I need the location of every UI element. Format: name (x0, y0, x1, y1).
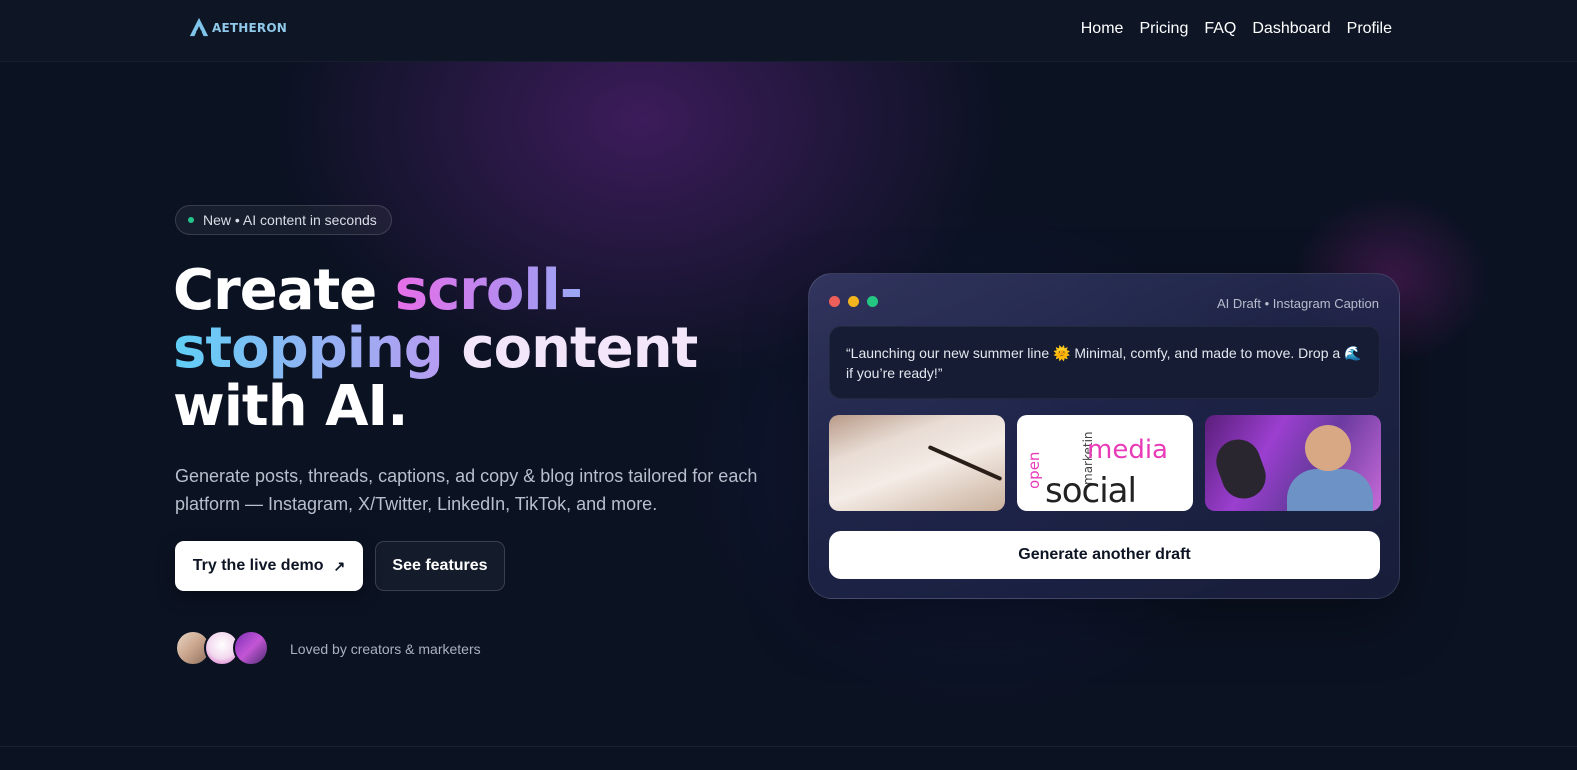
arrow-up-right-icon: ↗ (333, 557, 346, 574)
social-proof-text: Loved by creators & marketers (290, 641, 481, 657)
top-navbar: AETHERON Home Pricing FAQ Dashboard Prof… (0, 0, 1577, 62)
word-media: media (1087, 435, 1168, 465)
logo-icon (189, 17, 209, 37)
headline-part-scroll: scroll- (394, 258, 583, 323)
hero-subtitle: Generate posts, threads, captions, ad co… (175, 466, 758, 514)
avatar-podcast (233, 630, 269, 666)
status-dot-icon (188, 217, 194, 223)
generate-another-draft-button[interactable]: Generate another draft (829, 531, 1380, 579)
minimize-dot-icon (848, 296, 859, 307)
caption-box: “Launching our new summer line 🌞 Minimal… (829, 326, 1380, 399)
headline-part-with-ai: with AI. (173, 374, 409, 439)
hero-headline: Create scroll- stopping content with AI. (173, 262, 793, 436)
headline-part-create: Create (173, 258, 395, 323)
caption-text: “Launching our new summer line 🌞 Minimal… (846, 345, 1362, 381)
nav-home[interactable]: Home (1081, 20, 1124, 38)
thumbnail-row: open marketin media social (829, 415, 1381, 511)
try-live-demo-button[interactable]: Try the live demo ↗ (175, 541, 363, 591)
ai-draft-card: AI Draft • Instagram Caption “Launching … (808, 273, 1400, 599)
nav-pricing[interactable]: Pricing (1139, 20, 1188, 38)
thumb-notebook-image[interactable] (829, 415, 1005, 511)
logo-text: AETHERON (212, 21, 287, 35)
headline-part-content: content (442, 316, 698, 381)
brand-logo[interactable]: AETHERON (188, 16, 287, 38)
badge-text: New • AI content in seconds (203, 212, 377, 228)
person-head-shape (1305, 425, 1351, 471)
thumb-podcast-image[interactable] (1205, 415, 1381, 511)
headline-part-stopping: stopping (173, 316, 444, 381)
page: AETHERON Home Pricing FAQ Dashboard Prof… (0, 0, 1577, 770)
word-social: social (1045, 471, 1137, 511)
nav-profile[interactable]: Profile (1347, 20, 1392, 38)
nav-dashboard[interactable]: Dashboard (1252, 20, 1330, 38)
avatar-group (175, 630, 269, 666)
nav-faq[interactable]: FAQ (1204, 20, 1236, 38)
microphone-shape (1210, 433, 1272, 505)
try-live-demo-label: Try the live demo (192, 557, 324, 574)
close-dot-icon (829, 296, 840, 307)
window-controls (829, 296, 878, 307)
maximize-dot-icon (867, 296, 878, 307)
word-open: open (1025, 451, 1043, 489)
card-label: AI Draft • Instagram Caption (1216, 296, 1379, 311)
section-divider (0, 746, 1577, 747)
person-body-shape (1287, 469, 1373, 511)
new-badge: New • AI content in seconds (175, 205, 392, 235)
thumb-social-media-image[interactable]: open marketin media social (1017, 415, 1193, 511)
see-features-button[interactable]: See features (375, 541, 505, 591)
main-nav: Home Pricing FAQ Dashboard Profile (1081, 20, 1392, 38)
